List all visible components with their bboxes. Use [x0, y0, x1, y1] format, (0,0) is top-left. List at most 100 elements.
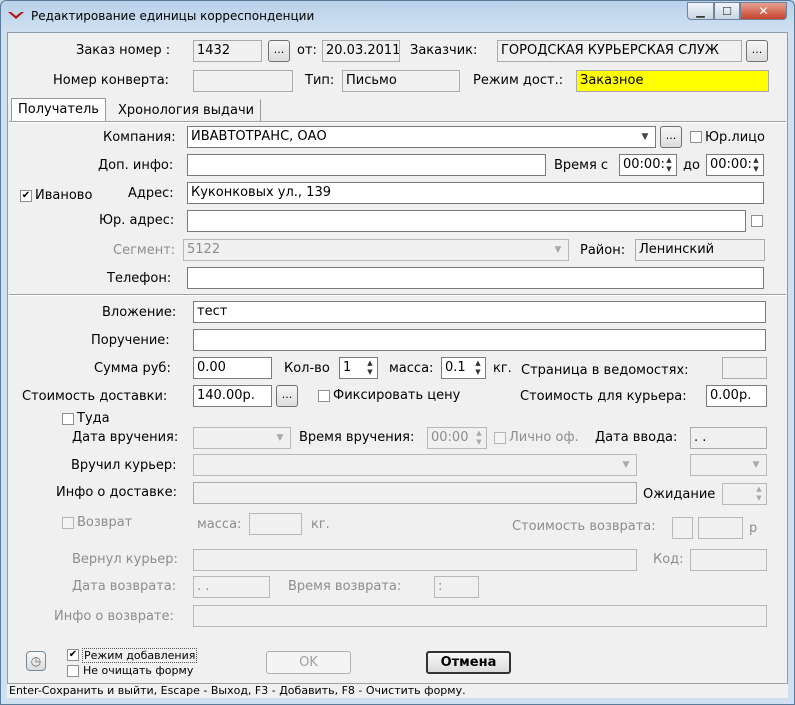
personal-checkbox[interactable]: [494, 432, 506, 444]
legal-entity-label: Юр.лицо: [705, 130, 765, 145]
delivery-time-label: Время вручения:: [299, 430, 415, 445]
chevron-down-icon: ▼: [554, 245, 562, 255]
return-date-input[interactable]: . .: [193, 576, 270, 598]
mass-value: 0.1: [445, 360, 466, 375]
time-from-value: 00:00:: [623, 157, 665, 172]
address-label: Адрес:: [128, 186, 174, 201]
mass-stepper[interactable]: 0.1 ▲ ▼: [441, 357, 486, 379]
order-lookup-button[interactable]: ...: [268, 40, 290, 62]
address-input[interactable]: Куконковых ул., 139: [187, 182, 764, 204]
order-number-field: 1432: [193, 40, 262, 62]
assignment-label: Поручение:: [91, 333, 170, 348]
customer-lookup-button[interactable]: ...: [746, 40, 768, 62]
mass-unit-label: кг.: [493, 361, 512, 376]
title-bar[interactable]: Редактирование единицы корреспонденции ▁…: [1, 1, 794, 31]
maximize-button[interactable]: ☐: [714, 2, 740, 20]
return-mass-input[interactable]: [249, 513, 302, 535]
delivery-mode-label: Режим дост.:: [473, 73, 564, 88]
quantity-spinner-icon[interactable]: ▲ ▼: [364, 359, 376, 377]
customer-field: ГОРОДСКАЯ КУРЬЕРСКАЯ СЛУЖ: [497, 40, 742, 62]
segment-dropdown[interactable]: 5122 ▼: [183, 239, 569, 261]
return-code-input[interactable]: [690, 549, 767, 571]
entry-date-label: Дата ввода:: [595, 430, 678, 445]
type-label: Тип:: [305, 73, 335, 88]
order-date-label: от:: [297, 43, 317, 58]
return-cost-input[interactable]: [698, 517, 743, 539]
ledger-page-label: Страница в ведомостях:: [521, 363, 689, 378]
time-to-input[interactable]: 00:00: ▲ ▼: [706, 154, 764, 176]
cancel-button[interactable]: Отмена: [426, 651, 511, 674]
chevron-down-icon: ▼: [622, 460, 630, 470]
history-clock-button[interactable]: ◷: [26, 651, 46, 671]
personal-label: Лично оф.: [509, 430, 579, 445]
ok-button[interactable]: OK: [266, 651, 351, 674]
mass-spinner-icon[interactable]: ▲ ▼: [472, 359, 484, 377]
tab-recipient[interactable]: Получатель: [11, 98, 106, 121]
maximize-icon: ☐: [722, 4, 732, 18]
attachment-label: Вложение:: [102, 305, 177, 320]
wait-label: Ожидание: [643, 487, 716, 502]
quantity-label: Кол-во: [284, 361, 330, 376]
return-time-input[interactable]: :: [434, 576, 479, 598]
time-to-spinner-icon[interactable]: ▲ ▼: [750, 156, 762, 174]
sum-input[interactable]: 0.00: [193, 357, 272, 379]
delivery-time-input[interactable]: 00:00 ▲ ▼: [427, 427, 487, 449]
minimize-button[interactable]: ▁: [687, 2, 714, 20]
city-checkbox[interactable]: ✔: [20, 190, 32, 202]
return-cost-toggle[interactable]: [672, 517, 693, 539]
delivery-date-dropdown[interactable]: ▼: [193, 427, 291, 449]
close-button[interactable]: ✕: [740, 2, 787, 20]
phone-input[interactable]: [187, 267, 764, 289]
return-mass-unit-label: кг.: [311, 517, 330, 532]
courier-code-dropdown[interactable]: ▼: [690, 454, 767, 476]
add-mode-checkbox[interactable]: ✔: [67, 649, 79, 661]
return-courier-input[interactable]: [193, 549, 637, 571]
delivery-cost-calc-button[interactable]: ...: [276, 385, 298, 407]
close-icon: ✕: [758, 4, 769, 18]
delivery-time-spinner-icon[interactable]: ▲ ▼: [473, 429, 485, 447]
time-from-label: Время с: [554, 158, 609, 173]
time-from-input[interactable]: 00:00: ▲ ▼: [619, 154, 677, 176]
wait-spinner-icon[interactable]: ▲ ▼: [753, 485, 765, 503]
segment-label: Сегмент:: [113, 243, 176, 258]
return-mass-label: масса:: [197, 517, 242, 532]
tab-divider: [9, 121, 786, 123]
minimize-icon: ▁: [696, 4, 705, 18]
company-label: Компания:: [103, 130, 176, 145]
courier-cost-input[interactable]: 0.00р.: [706, 385, 767, 407]
company-dropdown[interactable]: ИВАВТОТРАНС, ОАО ▼: [187, 126, 656, 148]
return-cost-label: Стоимость возврата:: [512, 519, 656, 534]
delivered-courier-dropdown[interactable]: ▼: [193, 454, 637, 476]
sum-label: Сумма руб:: [94, 361, 171, 376]
attachment-input[interactable]: тест: [193, 301, 766, 323]
return-checkbox[interactable]: [62, 517, 74, 529]
envelope-number-label: Номер конверта:: [53, 73, 170, 88]
legal-address-label: Юр. адрес:: [99, 213, 175, 228]
quantity-value: 1: [343, 360, 352, 375]
checkmark-icon: ✔: [68, 649, 78, 660]
clock-icon: ◷: [30, 654, 42, 668]
return-info-input[interactable]: [193, 605, 767, 627]
type-field: Письмо: [342, 70, 460, 92]
delivery-info-field: [193, 482, 637, 504]
add-mode-label: Режим добавления: [82, 648, 198, 663]
no-clear-checkbox[interactable]: [67, 665, 79, 677]
ledger-page-field: [722, 357, 767, 379]
legal-address-input[interactable]: [187, 210, 746, 232]
app-logo-icon: [8, 12, 24, 19]
there-checkbox[interactable]: [62, 413, 74, 425]
fix-price-checkbox[interactable]: [318, 390, 330, 402]
wait-stepper[interactable]: ▲ ▼: [722, 483, 767, 505]
tab-issue-history[interactable]: Хронология выдачи: [111, 99, 262, 122]
legal-entity-checkbox[interactable]: [690, 131, 702, 143]
assignment-input[interactable]: [193, 329, 766, 351]
quantity-stepper[interactable]: 1 ▲ ▼: [339, 357, 378, 379]
dialog-window: Редактирование единицы корреспонденции ▁…: [0, 0, 795, 705]
delivery-cost-input[interactable]: 140.00р.: [193, 385, 272, 407]
return-date-label: Дата возврата:: [72, 579, 177, 594]
delivery-cost-label: Стоимость доставки:: [22, 389, 168, 404]
extra-info-input[interactable]: [187, 154, 546, 176]
legal-address-checkbox[interactable]: [751, 215, 763, 227]
time-from-spinner-icon[interactable]: ▲ ▼: [663, 156, 675, 174]
company-lookup-button[interactable]: ...: [660, 126, 682, 148]
